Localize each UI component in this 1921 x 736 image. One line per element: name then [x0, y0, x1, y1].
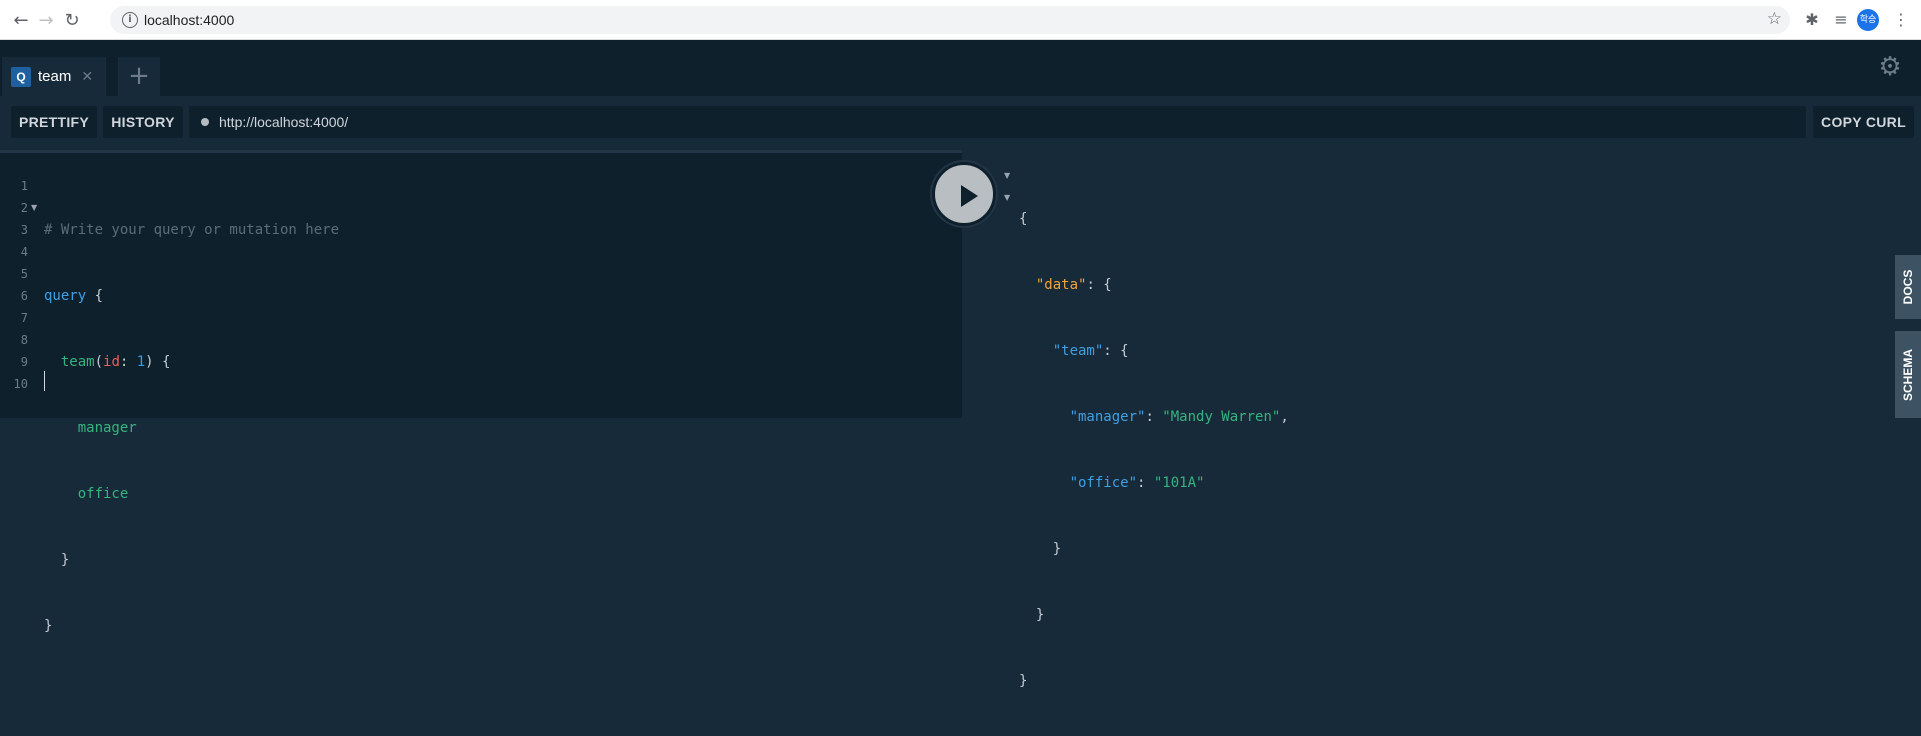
code-line: team(id: 1) { — [60, 354, 171, 370]
line-numbers: 1 2 3 4 5 6 7 8 9 10 — [13, 179, 28, 391]
extensions-icon[interactable]: ✱ — [1801, 9, 1823, 31]
media-queue-icon[interactable]: ≡ — [1830, 9, 1852, 31]
gear-icon[interactable]: ⚙ — [1876, 53, 1904, 81]
result-json: { "data": { "team": { "manager": "Mandy … — [1019, 164, 1289, 736]
connection-status-dot — [201, 118, 209, 126]
query-badge: Q — [11, 66, 31, 87]
playground-toolbar: PRETTIFY HISTORY http://localhost:4000/ … — [0, 96, 1921, 150]
address-url[interactable]: localhost:4000 — [144, 12, 234, 28]
history-button[interactable]: HISTORY — [103, 106, 183, 138]
close-icon[interactable]: ✕ — [81, 69, 93, 85]
json-line: } — [1019, 541, 1062, 557]
json-line: "data": { — [1035, 277, 1112, 293]
prettify-button[interactable]: PRETTIFY — [11, 106, 97, 138]
copy-curl-button[interactable]: COPY CURL — [1813, 106, 1914, 138]
endpoint-input[interactable]: http://localhost:4000/ — [189, 106, 1806, 138]
query-code: # Write your query or mutation here quer… — [44, 175, 339, 681]
result-viewer: ▼ ▼ { "data": { "team": { "manager": "Ma… — [962, 150, 1921, 689]
fold-toggle-icon[interactable]: ▼ — [1004, 171, 1010, 180]
site-info-icon[interactable]: i — [122, 12, 138, 28]
schema-tab-label: SCHEMA — [1901, 348, 1915, 401]
play-icon — [961, 185, 978, 207]
bookmark-star-icon[interactable]: ☆ — [1767, 9, 1782, 29]
address-bar[interactable]: i localhost:4000 ☆ — [110, 6, 1790, 34]
docs-tab[interactable]: DOCS — [1895, 255, 1921, 319]
code-line: } — [44, 552, 70, 568]
code-line: } — [44, 618, 53, 634]
code-line: manager — [77, 420, 137, 436]
code-line: query { — [44, 288, 104, 304]
tab-bar: Q team ✕ + — [0, 40, 1921, 96]
json-line: "team": { — [1052, 343, 1129, 359]
execute-query-button[interactable] — [932, 162, 996, 226]
json-line: "office": "101A" — [1069, 475, 1205, 491]
back-icon[interactable]: ← — [10, 9, 32, 31]
reload-icon[interactable]: ↻ — [61, 9, 83, 31]
query-editor[interactable]: 1 2 3 4 5 6 7 8 9 10 ▼ # Write your quer… — [0, 150, 962, 634]
json-line: "manager": "Mandy Warren", — [1069, 409, 1289, 425]
tab-team[interactable]: Q team ✕ — [2, 57, 106, 96]
tab-label: team — [38, 68, 72, 85]
text-cursor — [44, 371, 45, 391]
json-line: } — [1019, 607, 1045, 623]
more-menu-icon[interactable]: ⋮ — [1890, 9, 1912, 31]
code-line: # Write your query or mutation here — [44, 222, 340, 238]
docs-tab-label: DOCS — [1901, 269, 1915, 305]
code-line: office — [77, 486, 129, 502]
endpoint-url[interactable]: http://localhost:4000/ — [219, 114, 348, 130]
fold-toggle-icon[interactable]: ▼ — [31, 203, 37, 212]
json-line: } — [1019, 673, 1028, 689]
fold-toggle-icon[interactable]: ▼ — [1004, 193, 1010, 202]
browser-toolbar: ← → ↻ i localhost:4000 ☆ ✱ ≡ 학승 ⋮ — [0, 0, 1921, 40]
forward-icon[interactable]: → — [35, 9, 57, 31]
add-tab-icon[interactable]: + — [118, 57, 160, 96]
schema-tab[interactable]: SCHEMA — [1895, 331, 1921, 418]
json-line: { — [1019, 211, 1028, 227]
avatar[interactable]: 학승 — [1857, 9, 1879, 31]
